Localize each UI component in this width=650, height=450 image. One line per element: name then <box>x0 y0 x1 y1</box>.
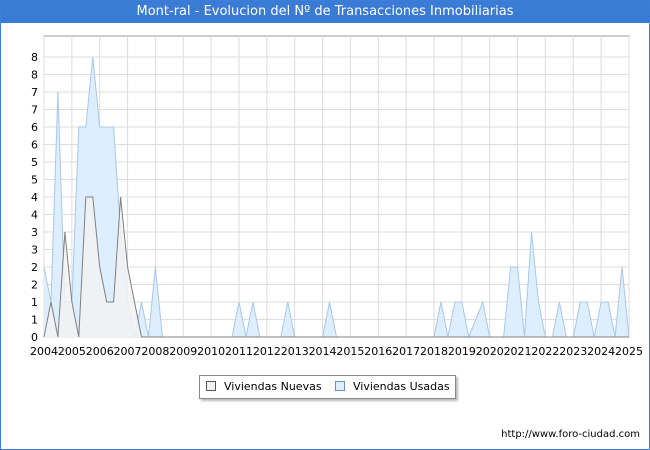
x-tick-label: 2014 <box>309 345 337 358</box>
legend-item-usadas: Viviendas Usadas <box>335 376 450 398</box>
y-tick-label: 7 <box>31 104 38 117</box>
x-tick-label: 2011 <box>225 345 253 358</box>
y-tick-label: 4 <box>31 209 38 222</box>
x-tick-label: 2004 <box>30 345 58 358</box>
y-tick-label: 5 <box>31 156 38 169</box>
y-tick-label: 7 <box>31 86 38 99</box>
x-tick-label: 2005 <box>58 345 86 358</box>
y-tick-label: 5 <box>31 174 38 187</box>
x-tick-label: 2006 <box>86 345 114 358</box>
legend-swatch-nuevas <box>206 381 216 391</box>
y-tick-label: 3 <box>31 244 38 257</box>
x-tick-label: 2008 <box>141 345 169 358</box>
x-tick-label: 2018 <box>420 345 448 358</box>
x-tick-label: 2009 <box>169 345 197 358</box>
x-tick-label: 2016 <box>364 345 392 358</box>
y-tick-label: 8 <box>31 51 38 64</box>
x-tick-label: 2017 <box>392 345 420 358</box>
y-tick-label: 8 <box>31 69 38 82</box>
x-tick-label: 2007 <box>114 345 142 358</box>
legend-label-usadas: Viviendas Usadas <box>353 380 450 393</box>
legend-item-nuevas: Viviendas Nuevas <box>206 376 322 398</box>
x-tick-label: 2025 <box>615 345 643 358</box>
x-tick-label: 2013 <box>281 345 309 358</box>
x-tick-label: 2024 <box>587 345 615 358</box>
y-tick-label: 3 <box>31 226 38 239</box>
y-tick-label: 0 <box>31 331 38 344</box>
y-tick-label: 2 <box>31 279 38 292</box>
x-tick-label: 2020 <box>476 345 504 358</box>
chart-legend: Viviendas Nuevas Viviendas Usadas <box>199 375 456 399</box>
x-tick-label: 2019 <box>448 345 476 358</box>
y-tick-label: 6 <box>31 139 38 152</box>
x-tick-label: 2015 <box>336 345 364 358</box>
y-tick-label: 4 <box>31 191 38 204</box>
legend-label-nuevas: Viviendas Nuevas <box>224 380 322 393</box>
x-tick-label: 2022 <box>531 345 559 358</box>
x-tick-label: 2021 <box>504 345 532 358</box>
y-tick-label: 6 <box>31 121 38 134</box>
legend-swatch-usadas <box>335 381 345 391</box>
x-tick-label: 2012 <box>253 345 281 358</box>
y-tick-label: 1 <box>31 314 38 327</box>
y-tick-label: 2 <box>31 261 38 274</box>
y-tick-label: 1 <box>31 296 38 309</box>
x-tick-label: 2023 <box>559 345 587 358</box>
footer-url: http://www.foro-ciudad.com <box>501 429 640 440</box>
x-tick-label: 2010 <box>197 345 225 358</box>
